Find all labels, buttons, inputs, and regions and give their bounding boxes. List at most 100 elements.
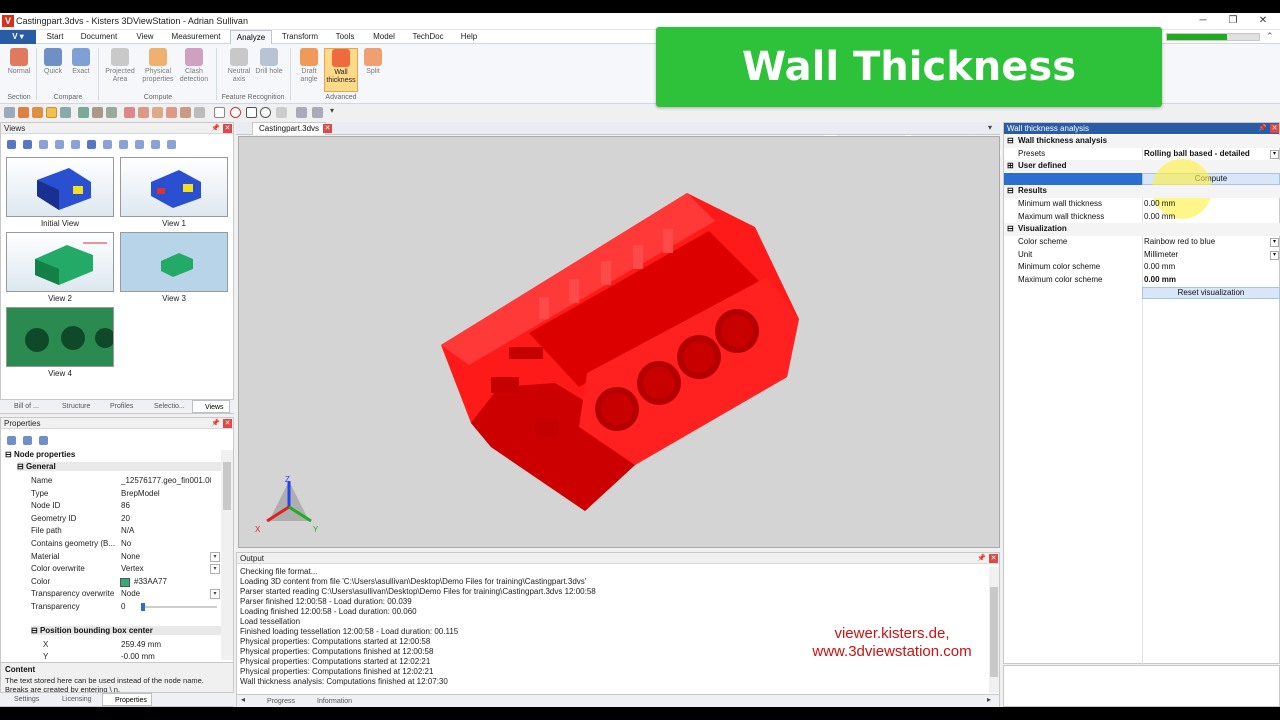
- property-row[interactable]: Color overwrite Vertex ▾: [1, 563, 223, 576]
- slider-thumb[interactable]: [141, 603, 145, 611]
- view-thumbnail-2[interactable]: [6, 232, 114, 292]
- view-thumbnail-1[interactable]: [120, 157, 228, 217]
- 3d-viewport[interactable]: Z X Y: [238, 136, 1000, 548]
- view-front-icon[interactable]: [124, 107, 135, 118]
- visualization-section[interactable]: ⊟ Visualization: [1004, 223, 1280, 236]
- property-value[interactable]: BrepModel: [121, 488, 211, 501]
- max-color-row[interactable]: Maximum color scheme 0.00 mm: [1004, 274, 1280, 287]
- draft-angle-button[interactable]: Draft angle: [294, 48, 324, 92]
- select-mode-icon[interactable]: [214, 107, 225, 118]
- minimize-icon[interactable]: ─: [1188, 14, 1218, 28]
- output-scrollbar[interactable]: [989, 567, 999, 693]
- color-scheme-row[interactable]: Color scheme Rainbow red to blue ▾: [1004, 236, 1280, 249]
- node-properties-section[interactable]: ⊟ Node properties: [5, 450, 75, 459]
- filter-icon[interactable]: [39, 436, 48, 445]
- view-right-icon[interactable]: [166, 107, 177, 118]
- help-icon[interactable]: [276, 107, 287, 118]
- rectangle-icon[interactable]: [246, 107, 257, 118]
- refresh-view-icon[interactable]: [135, 140, 144, 149]
- property-row[interactable]: Type BrepModel: [1, 488, 223, 501]
- copy-view-icon[interactable]: [151, 140, 160, 149]
- exact-compare-button[interactable]: Exact: [66, 48, 96, 92]
- tab-information[interactable]: Information: [305, 695, 365, 707]
- home-view-icon[interactable]: [7, 140, 16, 149]
- property-row[interactable]: Node ID 86: [1, 500, 223, 513]
- property-row[interactable]: Contains geometry (B... No: [1, 538, 223, 551]
- neutral-axis-button[interactable]: Neutral axis: [222, 48, 256, 92]
- rotate-icon[interactable]: [106, 107, 117, 118]
- view-top-icon[interactable]: [180, 107, 191, 118]
- property-row-x[interactable]: X 259.49 mm: [1, 639, 223, 652]
- move-icon[interactable]: [32, 107, 43, 118]
- property-value[interactable]: _12576177.geo_fin001.002...: [121, 475, 211, 488]
- fit-all-icon[interactable]: [78, 107, 89, 118]
- next-view-icon[interactable]: [103, 140, 112, 149]
- chevron-down-icon[interactable]: ▾: [210, 589, 220, 600]
- close-panel-icon[interactable]: ✕: [1270, 124, 1279, 133]
- chevron-down-icon[interactable]: ▾: [1270, 251, 1279, 260]
- scrollbar-thumb[interactable]: [990, 587, 998, 677]
- property-row[interactable]: Name _12576177.geo_fin001.002...: [1, 475, 223, 488]
- close-panel-icon[interactable]: ✕: [989, 554, 998, 563]
- property-row[interactable]: Geometry ID 20: [1, 513, 223, 526]
- property-value[interactable]: 20: [121, 513, 211, 526]
- collapse-ribbon-icon[interactable]: ⌃: [1266, 31, 1274, 42]
- scroll-right-icon[interactable]: ▸: [987, 695, 991, 704]
- user-defined-row[interactable]: ⊞ User defined: [1004, 160, 1280, 173]
- add-view-icon[interactable]: [23, 140, 32, 149]
- chevron-down-icon[interactable]: ▾: [1270, 150, 1279, 159]
- fit-selection-icon[interactable]: [92, 107, 103, 118]
- view-thumbnail-4[interactable]: [6, 307, 115, 367]
- tab-structure[interactable]: Structure: [50, 400, 96, 413]
- reset-visualization-button[interactable]: Reset visualization: [1142, 287, 1280, 299]
- toolbar-more-icon[interactable]: ▾: [330, 106, 334, 115]
- wall-section-header[interactable]: ⊟ Wall thickness analysis: [1004, 135, 1280, 148]
- tab-progress[interactable]: Progress: [257, 695, 303, 707]
- redline-circle-icon[interactable]: [230, 107, 241, 118]
- unit-row[interactable]: Unit Millimeter ▾: [1004, 249, 1280, 262]
- results-section[interactable]: ⊟ Results: [1004, 185, 1280, 198]
- tab-licensing[interactable]: Licensing: [50, 693, 98, 706]
- property-row[interactable]: Color #33AA77: [1, 576, 223, 589]
- property-value[interactable]: N/A: [121, 525, 211, 538]
- quick-compare-button[interactable]: Quick: [38, 48, 68, 92]
- chevron-down-icon[interactable]: ▾: [210, 551, 220, 562]
- color-swatch[interactable]: [120, 577, 130, 587]
- property-value[interactable]: None: [121, 551, 211, 564]
- normal-section-button[interactable]: Normal: [4, 48, 34, 92]
- close-document-icon[interactable]: ✕: [323, 124, 332, 133]
- sort-alpha-icon[interactable]: [23, 436, 32, 445]
- categorized-icon[interactable]: [7, 436, 16, 445]
- tab-help[interactable]: Help: [454, 30, 484, 44]
- property-value[interactable]: Vertex: [121, 563, 211, 576]
- edit-view-icon[interactable]: [55, 140, 64, 149]
- close-panel-icon[interactable]: ✕: [223, 419, 232, 428]
- max-color-input[interactable]: 0.00 mm: [1144, 274, 1176, 287]
- presets-select[interactable]: Rolling ball based - detailed: [1144, 148, 1250, 161]
- bounding-box-group[interactable]: ⊟ Position bounding box center: [31, 626, 221, 635]
- property-row[interactable]: File path N/A: [1, 525, 223, 538]
- prev-view-icon[interactable]: [71, 140, 80, 149]
- document-tab[interactable]: Castingpart.3dvs: [252, 122, 327, 135]
- zoom-icon[interactable]: [60, 107, 71, 118]
- tab-techdoc[interactable]: TechDoc: [406, 30, 450, 44]
- pin-icon[interactable]: 📌: [211, 124, 220, 132]
- pin-icon[interactable]: 📌: [977, 554, 986, 562]
- pin-icon[interactable]: 📌: [1258, 124, 1267, 132]
- wall-thickness-button[interactable]: Wall thickness: [324, 48, 358, 92]
- tab-transform[interactable]: Transform: [278, 30, 322, 44]
- tab-view[interactable]: View: [128, 30, 162, 44]
- application-menu-button[interactable]: V ▾: [0, 30, 36, 44]
- property-row-y[interactable]: Y -0.00 mm: [1, 651, 223, 659]
- tab-start[interactable]: Start: [40, 30, 70, 44]
- tab-list-dropdown-icon[interactable]: ▾: [988, 123, 992, 132]
- view-thumbnail-initial[interactable]: [6, 157, 114, 217]
- tab-model[interactable]: Model: [368, 30, 400, 44]
- tab-selection[interactable]: Selectio...: [142, 400, 190, 413]
- min-color-row[interactable]: Minimum color scheme 0.00 mm: [1004, 261, 1280, 274]
- stop-icon[interactable]: [87, 140, 96, 149]
- tab-properties[interactable]: Properties: [102, 693, 152, 706]
- view-iso-icon[interactable]: [194, 107, 205, 118]
- tab-profiles[interactable]: Profiles: [98, 400, 140, 413]
- scroll-left-icon[interactable]: ◂: [241, 695, 245, 704]
